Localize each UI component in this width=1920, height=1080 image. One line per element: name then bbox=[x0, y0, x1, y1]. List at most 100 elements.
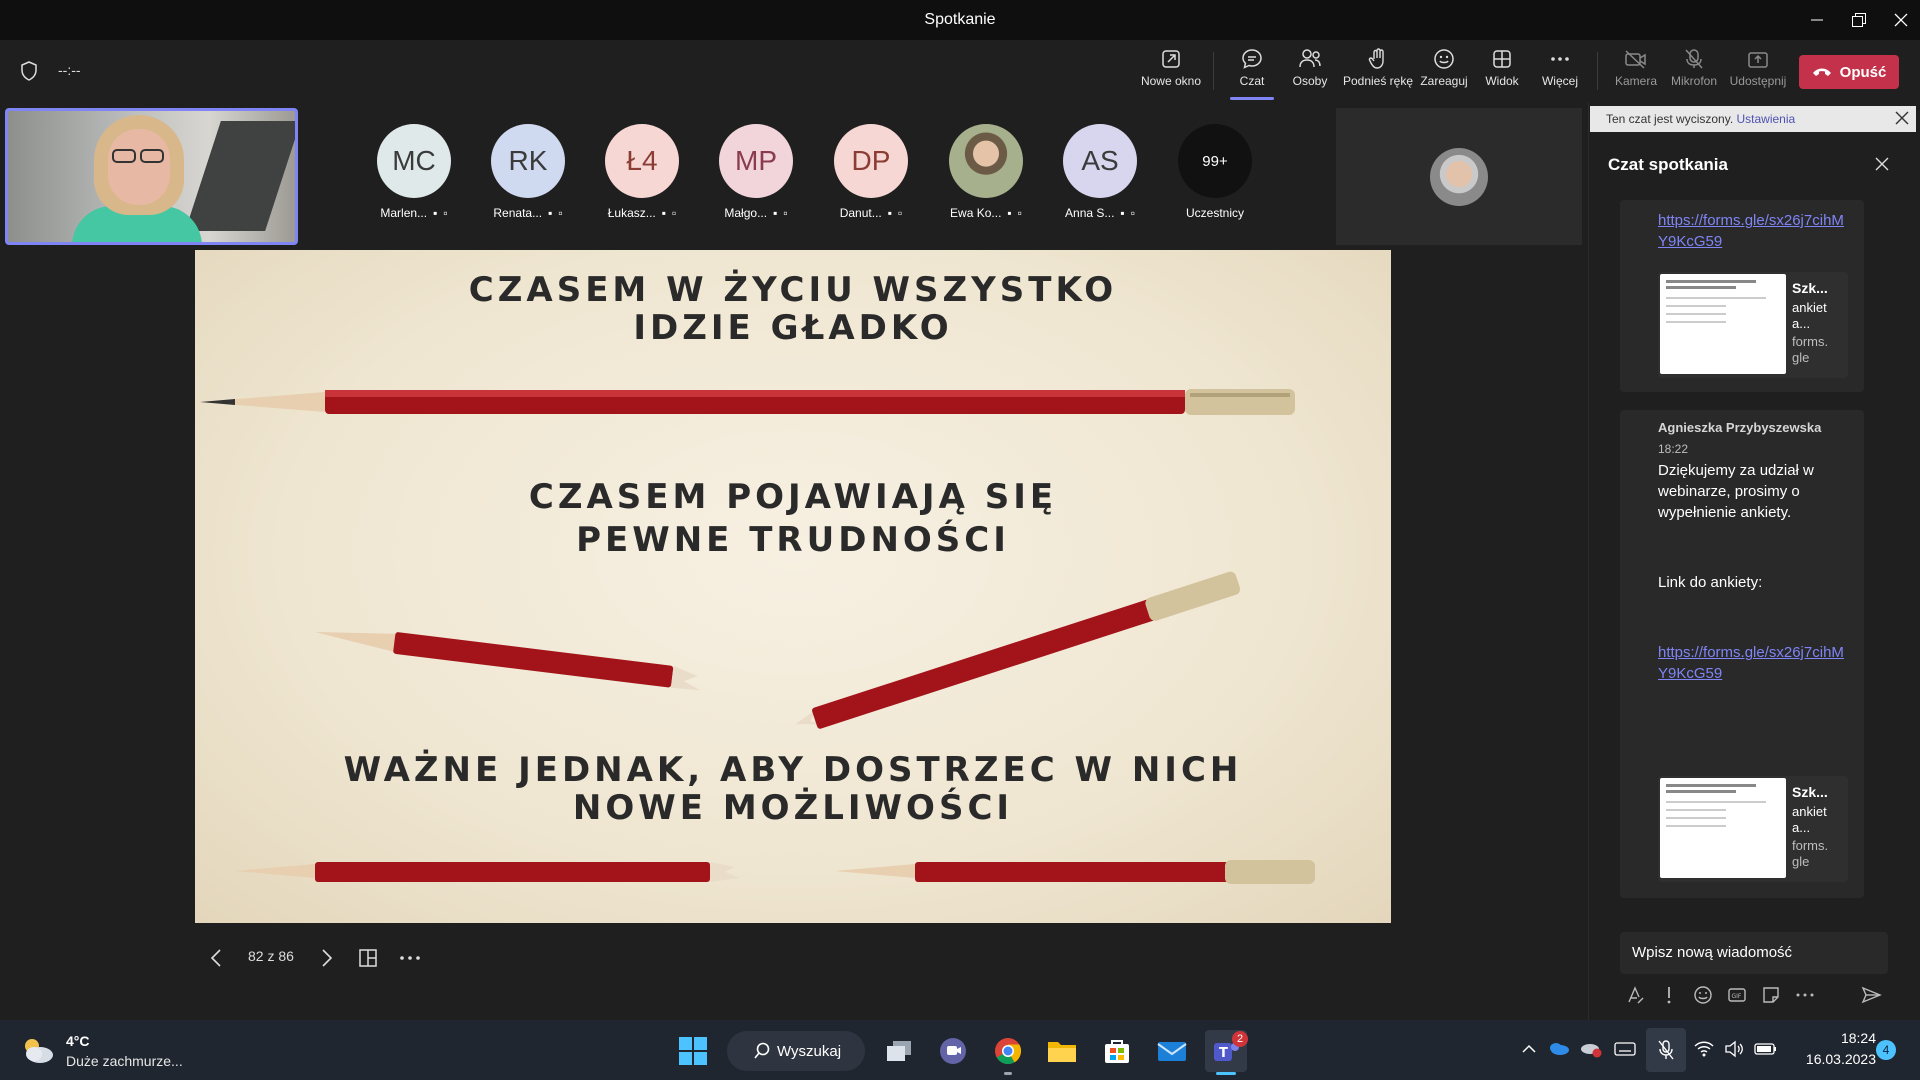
chrome-app[interactable] bbox=[987, 1030, 1029, 1072]
settings-link[interactable]: Ustawienia bbox=[1737, 112, 1796, 126]
window-title: Spotkanie bbox=[924, 11, 996, 28]
chat-link[interactable]: https://forms.gle/sx26j7cihMY9KcG59 bbox=[1658, 642, 1848, 684]
card-subtitle: ankiet a... bbox=[1792, 804, 1827, 836]
chat-link[interactable]: https://forms.gle/sx26j7cihMY9KcG59 bbox=[1658, 210, 1848, 252]
camera-button[interactable]: Kamera bbox=[1604, 48, 1668, 100]
close-window-button[interactable] bbox=[1878, 0, 1920, 40]
clock-time: 18:24 bbox=[1840, 1030, 1876, 1046]
start-button[interactable] bbox=[672, 1030, 714, 1072]
send-button[interactable] bbox=[1860, 984, 1882, 1006]
task-view-button[interactable] bbox=[878, 1030, 920, 1072]
mic-muted-tray-button[interactable] bbox=[1646, 1028, 1686, 1072]
participant-tile[interactable]: MC Marlen... ▪ ▫ bbox=[359, 124, 469, 228]
close-banner-button[interactable] bbox=[1894, 110, 1910, 126]
minimize-button[interactable] bbox=[1794, 0, 1840, 40]
participant-tile[interactable]: AS Anna S... ▪ ▫ bbox=[1045, 124, 1155, 228]
slide-overview-button[interactable] bbox=[356, 946, 380, 970]
file-explorer-app[interactable] bbox=[1041, 1030, 1083, 1072]
show-hidden-icons-button[interactable] bbox=[1520, 1040, 1538, 1058]
mail-app[interactable] bbox=[1151, 1030, 1193, 1072]
importance-button[interactable] bbox=[1658, 984, 1680, 1006]
smile-icon bbox=[1434, 49, 1454, 69]
card-domain: forms. gle bbox=[1792, 334, 1828, 366]
slide-more-options-button[interactable] bbox=[398, 946, 422, 970]
mic-button[interactable]: Mikrofon bbox=[1662, 48, 1726, 100]
gif-button[interactable]: GIF bbox=[1726, 984, 1748, 1006]
participant-tile[interactable]: RK Renata... ▪ ▫ bbox=[473, 124, 583, 228]
message-input[interactable]: Wpisz nową wiadomość bbox=[1620, 932, 1888, 974]
chevron-up-icon bbox=[1522, 1044, 1536, 1053]
participant-name: Marlen... bbox=[380, 206, 428, 220]
participant-tile[interactable]: DP Danut... ▪ ▫ bbox=[816, 124, 926, 228]
mic-off-icon bbox=[1685, 49, 1703, 69]
chat-button[interactable]: Czat bbox=[1220, 48, 1284, 100]
previous-slide-button[interactable] bbox=[205, 946, 229, 970]
compose-actions: GIF bbox=[1624, 984, 1816, 1006]
self-video-tile[interactable] bbox=[5, 108, 298, 245]
raise-hand-button[interactable]: Podnieś rękę bbox=[1343, 48, 1413, 100]
avatar-initials: Ł4 bbox=[626, 145, 658, 176]
more-compose-button[interactable] bbox=[1794, 984, 1816, 1006]
new-window-button[interactable]: Nowe okno bbox=[1139, 48, 1203, 100]
keyboard-icon[interactable] bbox=[1614, 1041, 1636, 1057]
people-icon bbox=[1299, 49, 1321, 68]
participants-overflow[interactable]: 99+ Uczestnicy bbox=[1160, 124, 1270, 228]
more-icon bbox=[1551, 57, 1569, 61]
svg-text:T: T bbox=[1219, 1046, 1228, 1061]
participant-tile[interactable]: MP Małgo... ▪ ▫ bbox=[701, 124, 811, 228]
format-button[interactable] bbox=[1624, 984, 1646, 1006]
weather-widget[interactable] bbox=[20, 1034, 56, 1066]
folder-icon bbox=[1048, 1042, 1076, 1062]
overflow-count-text: 99+ bbox=[1202, 152, 1228, 170]
close-chat-button[interactable] bbox=[1874, 156, 1890, 172]
view-button[interactable]: Widok bbox=[1470, 48, 1534, 100]
grid-icon bbox=[1493, 50, 1511, 68]
more-button[interactable]: Więcej bbox=[1528, 48, 1592, 100]
chrome-icon bbox=[995, 1038, 1022, 1065]
next-slide-button[interactable] bbox=[314, 946, 338, 970]
taskbar-search[interactable]: Wyszukaj bbox=[727, 1031, 865, 1071]
card-title: Szk... bbox=[1792, 784, 1828, 800]
people-label: Osoby bbox=[1292, 74, 1328, 88]
chat-muted-banner: Ten czat jest wyciszony. Ustawienia bbox=[1590, 106, 1916, 132]
onedrive-error-icon[interactable] bbox=[1580, 1040, 1602, 1058]
restore-button[interactable] bbox=[1836, 0, 1882, 40]
avatar-initials: MC bbox=[392, 145, 436, 176]
person-face bbox=[108, 129, 170, 205]
participant-tile[interactable]: Ewa Ko... ▪ ▫ bbox=[931, 124, 1041, 228]
volume-icon bbox=[1725, 1040, 1743, 1058]
card-domain-line: gle bbox=[1792, 350, 1810, 365]
react-button[interactable]: Zareaguj bbox=[1412, 48, 1476, 100]
format-icon bbox=[1628, 986, 1644, 1004]
leave-button[interactable]: Opuść bbox=[1799, 55, 1899, 89]
mic-off-icon: ▫ bbox=[1017, 206, 1022, 220]
store-app[interactable] bbox=[1096, 1030, 1138, 1072]
overflow-count: 99+ bbox=[1178, 124, 1252, 198]
message-text: Link do ankiety: bbox=[1658, 574, 1763, 591]
more-icon bbox=[1796, 993, 1814, 997]
camera-label: Kamera bbox=[1614, 74, 1658, 88]
notification-badge[interactable]: 4 bbox=[1876, 1040, 1896, 1060]
battery-icon bbox=[1754, 1043, 1776, 1055]
sticker-button[interactable] bbox=[1760, 984, 1782, 1006]
avatar: MP bbox=[719, 124, 793, 198]
avatar: RK bbox=[491, 124, 565, 198]
system-tray-status[interactable] bbox=[1694, 1040, 1778, 1058]
card-domain-line: gle bbox=[1792, 854, 1810, 869]
participant-name: Ewa Ko... bbox=[950, 206, 1002, 220]
share-button[interactable]: Udostępnij bbox=[1724, 48, 1792, 100]
card-domain-line: forms. bbox=[1792, 838, 1829, 853]
mic-off-icon bbox=[1658, 1040, 1674, 1060]
participant-tile[interactable]: Ł4 Łukasz... ▪ ▫ bbox=[587, 124, 697, 228]
shared-slide: CZASEM W ŻYCIU WSZYSTKO IDZIE GŁADKO CZA… bbox=[195, 250, 1391, 923]
avatar-initials: RK bbox=[508, 145, 548, 176]
link-preview-card[interactable]: Szk... ankiet a... forms. gle bbox=[1658, 272, 1848, 378]
task-view-icon bbox=[887, 1041, 911, 1061]
gif-icon: GIF bbox=[1728, 988, 1746, 1002]
onedrive-icon[interactable] bbox=[1548, 1040, 1570, 1056]
emoji-button[interactable] bbox=[1692, 984, 1714, 1006]
link-preview-card[interactable]: Szk... ankiet a... forms. gle bbox=[1658, 776, 1848, 882]
people-button[interactable]: Osoby bbox=[1278, 48, 1342, 100]
presenter-tile[interactable] bbox=[1336, 108, 1582, 245]
teams-chat-app[interactable] bbox=[932, 1030, 974, 1072]
